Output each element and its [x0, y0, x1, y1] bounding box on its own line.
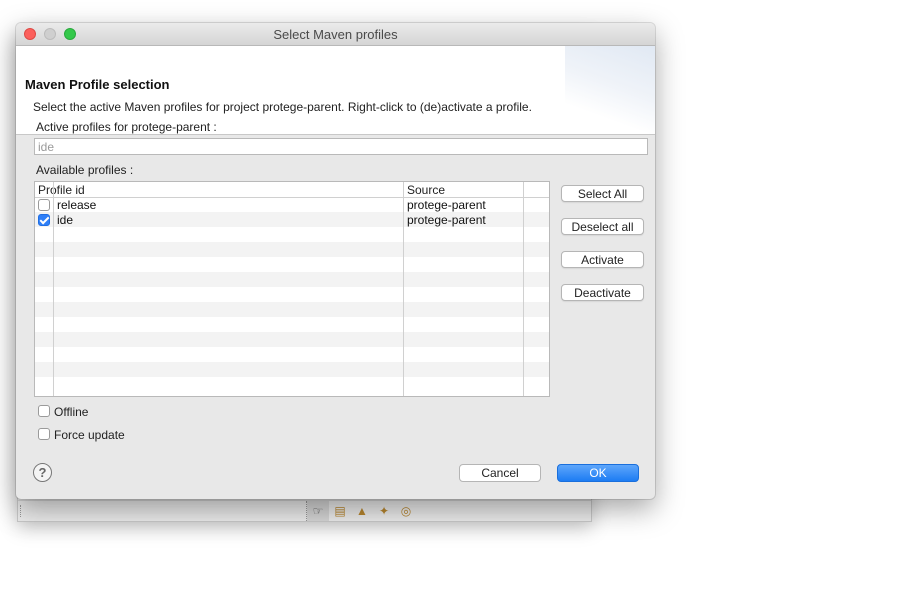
source-cell: protege-parent [407, 213, 486, 227]
header-banner-decoration [565, 46, 655, 134]
help-lifebuoy-icon[interactable]: ◎ [395, 501, 417, 521]
force-update-checkbox[interactable] [38, 428, 50, 440]
wand-icon[interactable]: ✦ [373, 501, 395, 521]
column-header-source[interactable]: Source [407, 183, 445, 197]
table-row[interactable]: release protege-parent [35, 197, 549, 212]
profile-id-cell: ide [57, 213, 74, 227]
available-profiles-label: Available profiles : [36, 163, 134, 177]
force-update-label[interactable]: Force update [54, 428, 125, 442]
empty-table-row [35, 227, 549, 242]
offline-label[interactable]: Offline [54, 405, 88, 419]
dialog-titlebar: Select Maven profiles [16, 23, 655, 46]
profile-id-cell: release [57, 198, 97, 212]
empty-table-row [35, 287, 549, 302]
help-icon[interactable]: ? [33, 463, 52, 482]
offline-checkbox[interactable] [38, 405, 50, 417]
table-header: Profile id Source [35, 182, 549, 198]
empty-table-row [35, 272, 549, 287]
statusbar-toolbar: ☞ ▤ ▲ ✦ ◎ [306, 501, 417, 521]
profile-checkbox-release[interactable] [38, 199, 50, 211]
empty-table-row [35, 362, 549, 377]
ok-button[interactable]: OK [557, 464, 639, 482]
column-header-profile-id[interactable]: Profile id [38, 183, 85, 197]
graduation-cap-icon[interactable]: ▲ [351, 501, 373, 521]
column-divider [53, 182, 54, 396]
statusbar-divider [20, 505, 22, 517]
table-row[interactable]: ide protege-parent [35, 212, 549, 227]
column-divider[interactable] [403, 182, 404, 396]
column-divider[interactable] [523, 182, 524, 396]
empty-table-row [35, 347, 549, 362]
background-statusbar: ☞ ▤ ▲ ✦ ◎ [18, 500, 591, 521]
select-maven-profiles-dialog: Select Maven profiles Maven Profile sele… [16, 23, 655, 499]
profiles-table[interactable]: Profile id Source release protege-parent… [34, 181, 550, 397]
dialog-title: Select Maven profiles [273, 27, 398, 42]
active-profiles-label: Active profiles for protege-parent : [36, 120, 217, 134]
select-all-button[interactable]: Select All [561, 185, 644, 202]
empty-table-row [35, 317, 549, 332]
deactivate-button[interactable]: Deactivate [561, 284, 644, 301]
empty-table-row [35, 377, 549, 392]
empty-table-row [35, 257, 549, 272]
activate-button[interactable]: Activate [561, 251, 644, 268]
deselect-all-button[interactable]: Deselect all [561, 218, 644, 235]
empty-table-row [35, 302, 549, 317]
cancel-button[interactable]: Cancel [459, 464, 541, 482]
profile-checkbox-ide[interactable] [38, 214, 50, 226]
active-profiles-input[interactable] [34, 138, 648, 155]
hand-icon[interactable]: ☞ [307, 501, 329, 521]
map-icon[interactable]: ▤ [329, 501, 351, 521]
empty-table-row [35, 242, 549, 257]
header-title: Maven Profile selection [25, 77, 170, 92]
empty-table-row [35, 332, 549, 347]
header-description: Select the active Maven profiles for pro… [33, 100, 532, 114]
source-cell: protege-parent [407, 198, 486, 212]
